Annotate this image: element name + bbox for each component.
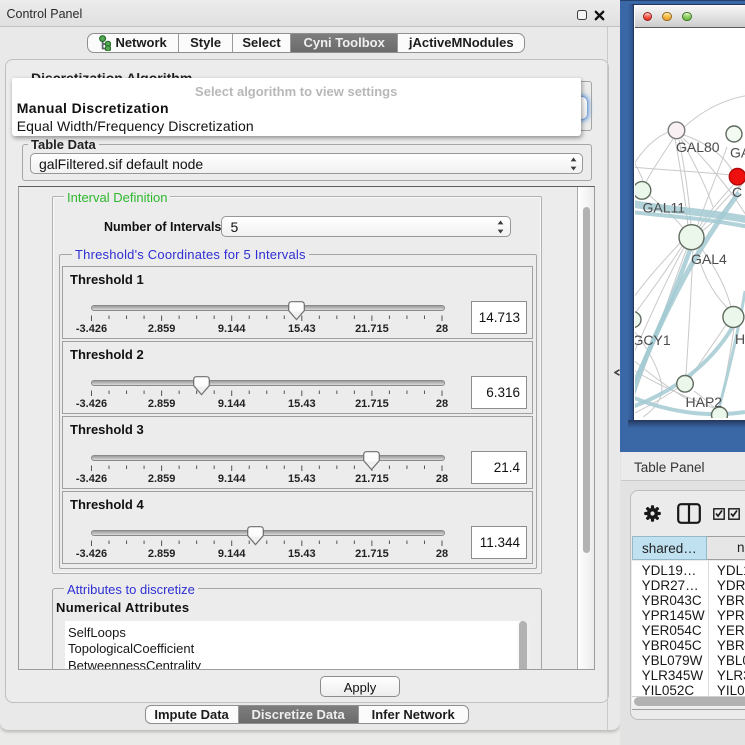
svg-text:GA: GA — [730, 144, 745, 160]
svg-text:GAL4: GAL4 — [691, 251, 727, 267]
svg-text:HAP2: HAP2 — [685, 394, 722, 410]
svg-text:H: H — [735, 331, 745, 347]
svg-text:C: C — [732, 184, 742, 200]
svg-text:GCY1: GCY1 — [635, 332, 671, 348]
svg-text:GAL80: GAL80 — [676, 139, 720, 155]
svg-text:GAL11: GAL11 — [642, 199, 685, 215]
